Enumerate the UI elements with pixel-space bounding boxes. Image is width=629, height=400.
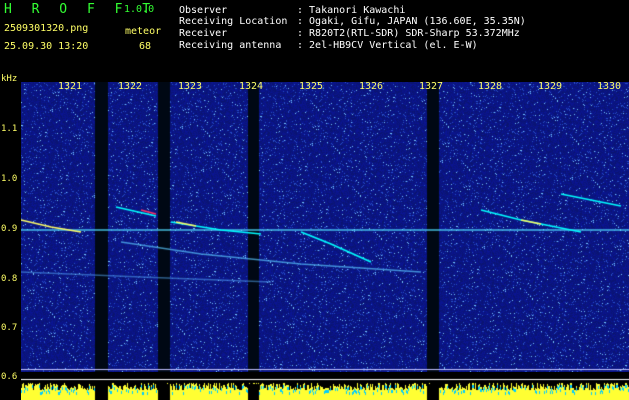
receiver-key: Receiver xyxy=(179,28,228,39)
y-tick-label: 0.7 xyxy=(1,323,18,333)
meteor-count: 68 xyxy=(139,41,152,52)
app-version: 1.0.0 xyxy=(124,4,155,15)
antenna-value: : 2el-HB9CV Vertical (el. E-W) xyxy=(297,40,478,51)
filename-label: 2509301320.png xyxy=(4,23,89,34)
x-tick-label: 1328 xyxy=(478,81,503,92)
x-tick-label: 1326 xyxy=(359,81,384,92)
hrofft-window: { "app": { "title": "H R O F F T", "vers… xyxy=(0,0,629,400)
x-tick-label: 1322 xyxy=(118,81,143,92)
y-tick-label: 0.9 xyxy=(1,224,18,234)
antenna-key: Receiving antenna xyxy=(179,40,282,51)
location-value: : Ogaki, Gifu, JAPAN (136.60E, 35.35N) xyxy=(297,16,526,27)
observer-key: Observer xyxy=(179,5,228,16)
x-tick-label: 1329 xyxy=(538,81,563,92)
capture-datetime: 25.09.30 13:20 xyxy=(4,41,89,52)
signal-level-strip xyxy=(21,372,629,400)
y-tick-label: 1.1 xyxy=(1,124,18,134)
y-tick-label: 0.6 xyxy=(1,372,18,382)
x-tick-label: 1327 xyxy=(419,81,444,92)
x-tick-label: 1325 xyxy=(299,81,324,92)
x-tick-label: 1330 xyxy=(597,81,622,92)
receiver-value: : R820T2(RTL-SDR) SDR-Sharp 53.372MHz xyxy=(297,28,520,39)
x-tick-label: 1321 xyxy=(58,81,83,92)
meteor-label: meteor xyxy=(125,26,162,37)
x-tick-label: 1323 xyxy=(178,81,203,92)
location-key: Receiving Location xyxy=(179,16,288,27)
x-tick-label: 1324 xyxy=(239,81,264,92)
y-tick-label: 0.8 xyxy=(1,274,18,284)
y-tick-label: 1.0 xyxy=(1,174,18,184)
spectrogram-canvas xyxy=(21,82,629,372)
y-axis-unit: kHz xyxy=(1,74,18,84)
observer-value: : Takanori Kawachi xyxy=(297,5,406,16)
